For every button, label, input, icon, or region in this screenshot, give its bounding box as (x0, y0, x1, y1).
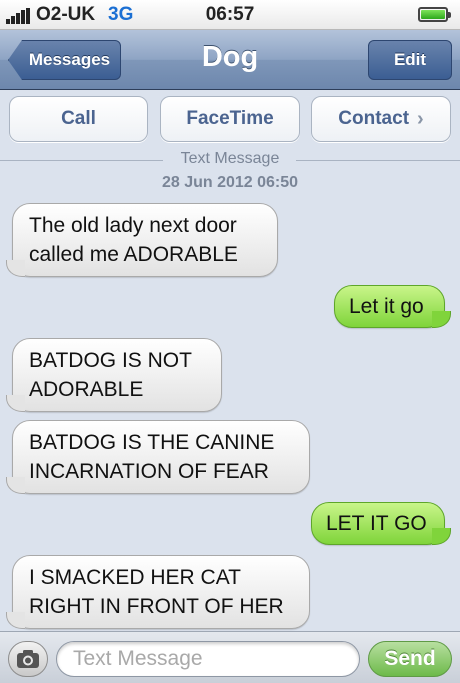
send-button[interactable]: Send (368, 641, 452, 677)
status-bar: O2-UK 3G 06:57 (0, 0, 460, 30)
message-line: BATDOG IS THE CANINE (29, 431, 275, 454)
contact-actions: Call FaceTime Contact › (0, 96, 460, 144)
separator-label: Text Message (180, 150, 280, 167)
contact-button[interactable]: Contact › (311, 96, 451, 142)
message-line: INCARNATION OF FEAR (29, 460, 269, 483)
message-line: RIGHT IN FRONT OF HER (29, 595, 284, 618)
message-line: I SMACKED HER CAT (29, 566, 241, 589)
camera-icon (17, 650, 39, 668)
thread-separator: Text Message (0, 150, 460, 170)
message-input[interactable] (56, 641, 360, 677)
battery-icon (418, 7, 451, 22)
status-time: 06:57 (205, 4, 255, 25)
navigation-bar: Messages Dog Edit (0, 30, 460, 90)
camera-button[interactable] (8, 641, 48, 677)
message-bubble-incoming[interactable]: BATDOG IS NOT ADORABLE (12, 338, 222, 412)
facetime-label: FaceTime (186, 108, 274, 129)
message-bubble-outgoing[interactable]: LET IT GO (311, 502, 451, 545)
message-bubble-incoming[interactable]: I SMACKED HER CAT RIGHT IN FRONT OF HER (12, 555, 310, 629)
message-bubble-incoming[interactable]: BATDOG IS THE CANINE INCARNATION OF FEAR (12, 420, 310, 494)
message-line: LET IT GO (326, 512, 427, 535)
message-bubble-incoming[interactable]: The old lady next door called me ADORABL… (12, 203, 278, 277)
facetime-button[interactable]: FaceTime (160, 96, 300, 142)
call-label: Call (61, 108, 96, 129)
message-line: BATDOG IS NOT (29, 349, 192, 372)
message-line: The old lady next door (29, 214, 237, 237)
edit-button[interactable]: Edit (368, 40, 452, 80)
chevron-right-icon: › (417, 107, 424, 130)
message-line: Let it go (349, 295, 424, 318)
call-button[interactable]: Call (9, 96, 148, 142)
thread-date: 28 Jun 2012 06:50 (161, 174, 299, 191)
message-line: called me ADORABLE (29, 243, 238, 266)
message-bubble-outgoing[interactable]: Let it go (334, 285, 451, 328)
message-line: ADORABLE (29, 378, 144, 401)
message-composer: Send (0, 631, 460, 683)
contact-label: Contact (338, 108, 410, 129)
